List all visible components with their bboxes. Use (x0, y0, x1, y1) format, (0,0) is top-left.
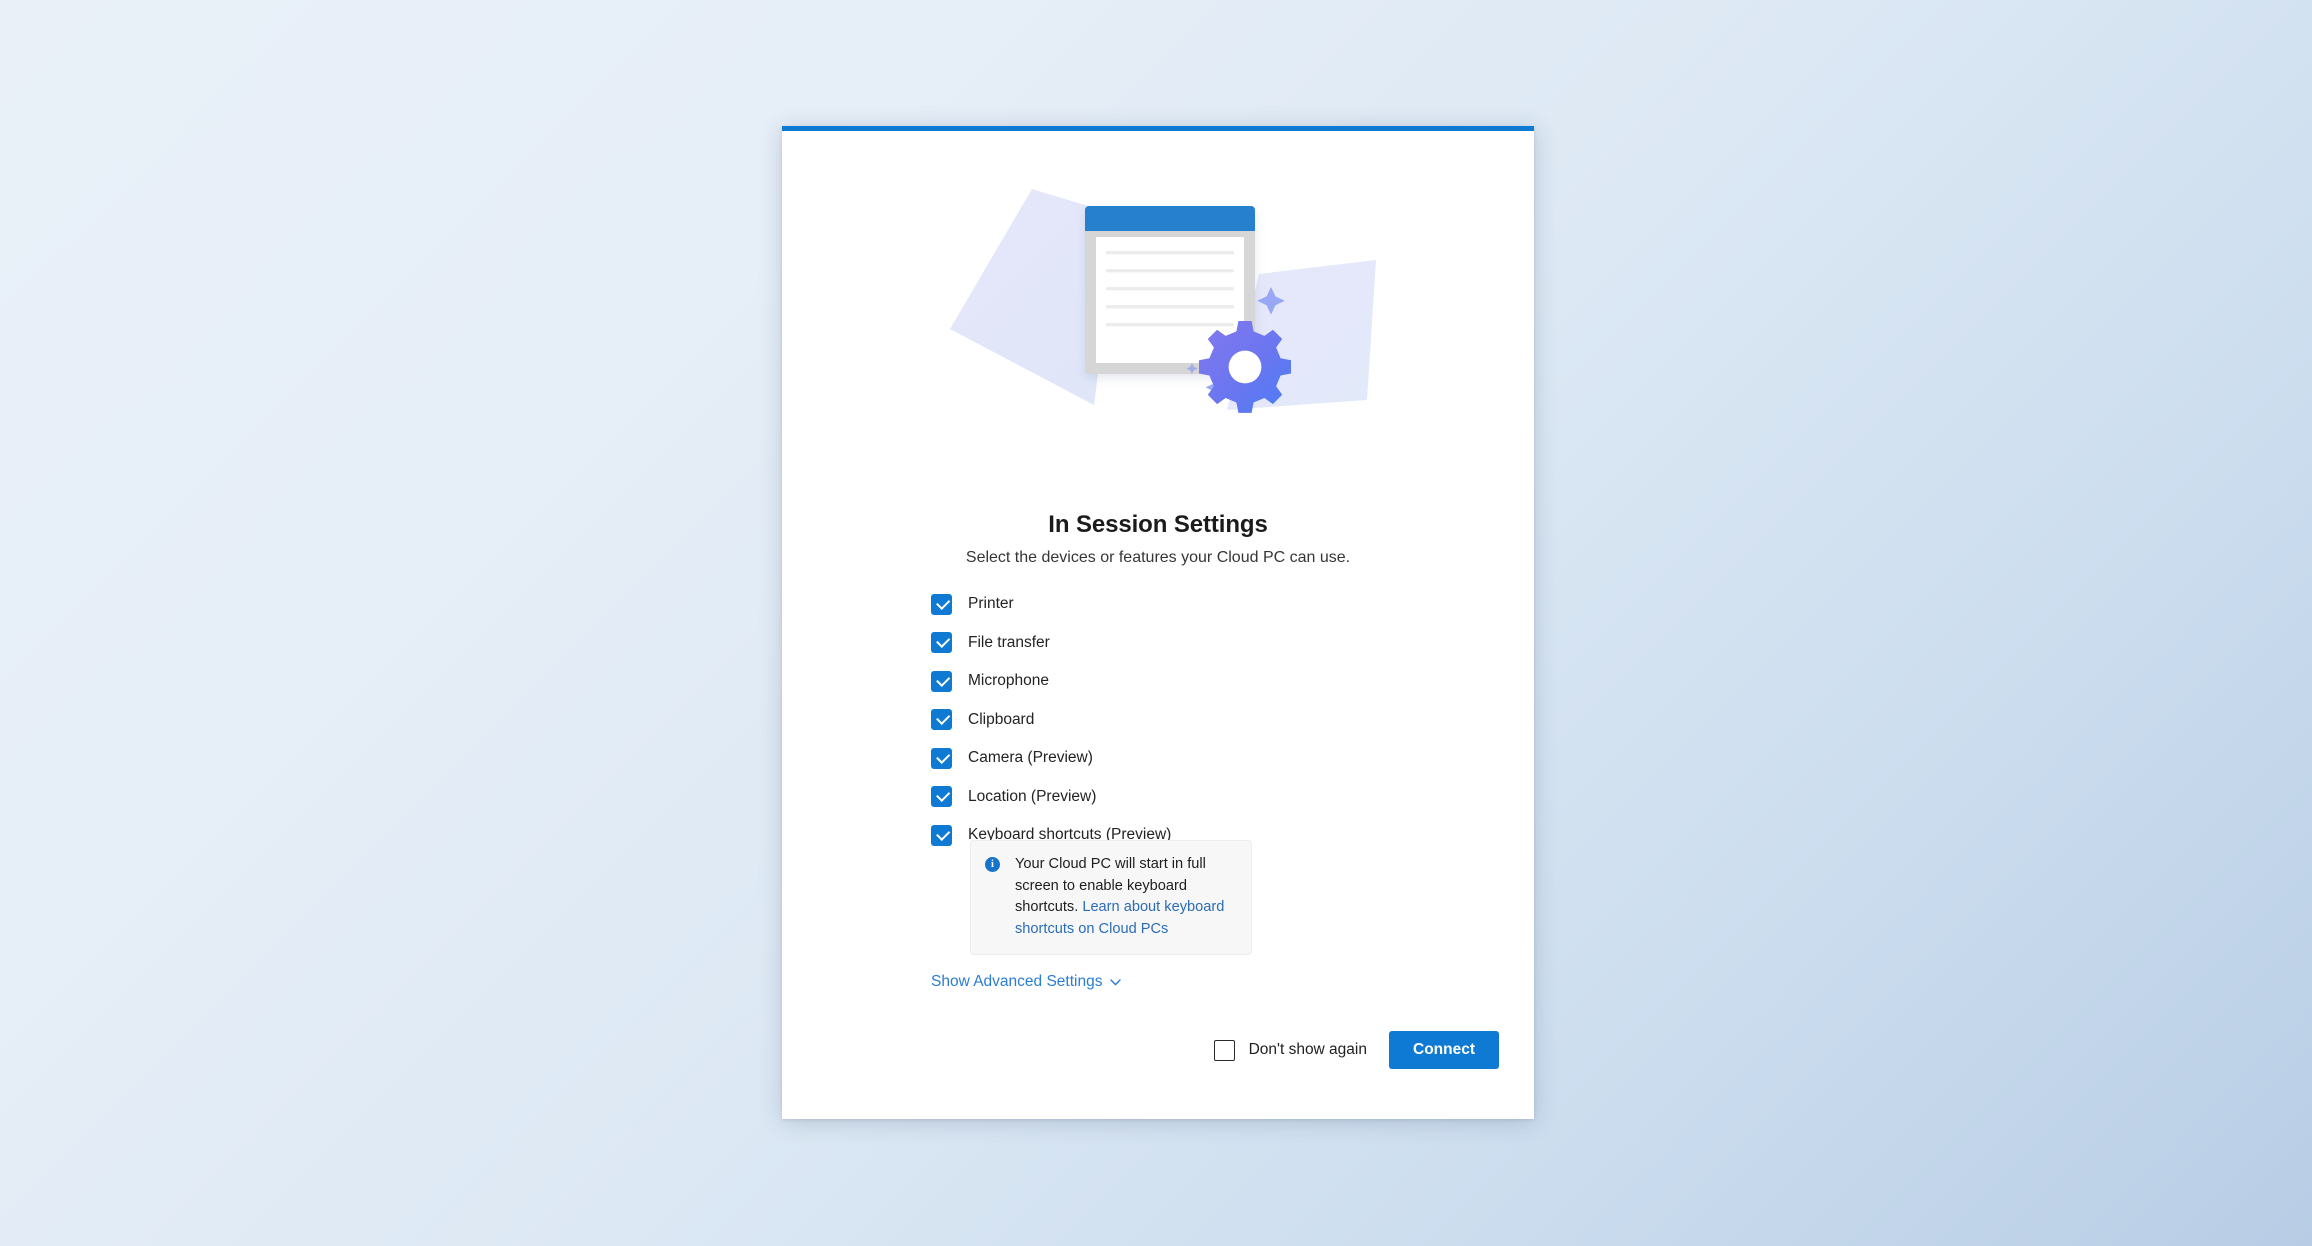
checkbox-location[interactable] (931, 786, 952, 807)
connect-button[interactable]: Connect (1389, 1031, 1499, 1069)
option-row-camera[interactable]: Camera (Preview) (931, 744, 1171, 772)
checkbox-dont-show-again[interactable] (1213, 1039, 1235, 1061)
checkbox-printer[interactable] (931, 593, 952, 615)
checkbox-clipboard[interactable] (931, 709, 952, 730)
show-advanced-settings-toggle[interactable]: Show Advanced Settings (931, 973, 1122, 991)
option-label-location: Location (Preview) (968, 787, 1097, 805)
option-label-printer: Printer (968, 595, 1014, 612)
show-advanced-settings-label: Show Advanced Settings (931, 973, 1103, 990)
checkbox-keyboard-shortcuts[interactable] (931, 824, 952, 846)
option-label-file-transfer: File transfer (968, 633, 1050, 651)
option-row-microphone[interactable]: Microphone (931, 667, 1171, 695)
dialog-footer: Don't show again Connect (782, 1029, 1534, 1071)
checkbox-file-transfer[interactable] (931, 632, 952, 653)
option-label-clipboard: Clipboard (968, 710, 1035, 728)
headings-block: In Session Settings Select the devices o… (782, 511, 1534, 567)
chevron-down-icon (1110, 975, 1122, 986)
device-options-list: Printer File transfer Microphone Clipboa… (931, 590, 1171, 860)
option-label-microphone: Microphone (968, 672, 1049, 689)
in-session-settings-illustration (782, 147, 1534, 447)
dont-show-again-label: Don't show again (1248, 1041, 1367, 1058)
checkbox-camera[interactable] (931, 747, 952, 769)
option-label-camera: Camera (Preview) (968, 749, 1093, 766)
option-row-clipboard[interactable]: Clipboard (931, 706, 1171, 734)
option-row-file-transfer[interactable]: File transfer (931, 629, 1171, 657)
dialog-body: In Session Settings Select the devices o… (782, 131, 1534, 1119)
gear-icon (1199, 321, 1291, 413)
keyboard-shortcuts-info-box: i Your Cloud PC will start in full scree… (970, 840, 1252, 955)
checkbox-microphone[interactable] (931, 670, 952, 692)
option-row-location[interactable]: Location (Preview) (931, 783, 1171, 811)
page-title: In Session Settings (1048, 511, 1268, 538)
in-session-settings-dialog: In Session Settings Select the devices o… (782, 126, 1534, 1119)
info-box-text: Your Cloud PC will start in full screen … (1015, 854, 1235, 940)
option-row-printer[interactable]: Printer (931, 590, 1171, 618)
page-subtitle: Select the devices or features your Clou… (965, 549, 1351, 566)
dont-show-again-row[interactable]: Don't show again (1213, 1039, 1367, 1061)
info-circle-icon: i (985, 857, 1000, 872)
